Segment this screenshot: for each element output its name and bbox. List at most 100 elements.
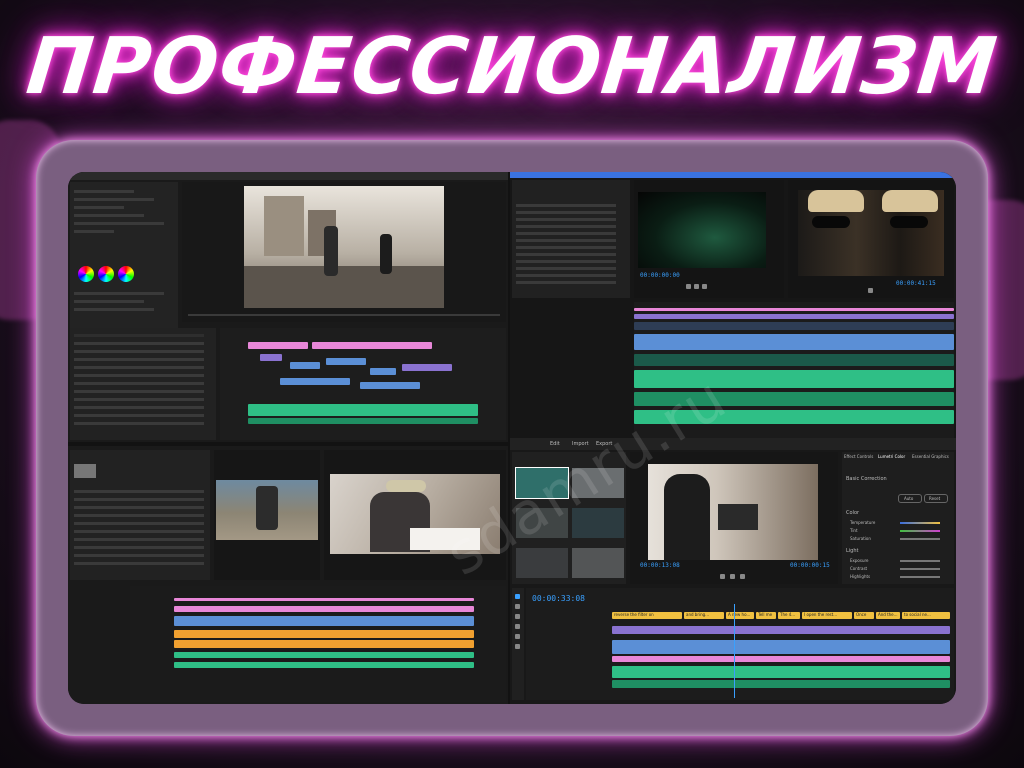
razor-tool-icon[interactable] xyxy=(515,604,520,609)
caption-clip[interactable]: reverse the filter on xyxy=(612,612,682,619)
timeline-clip[interactable] xyxy=(174,616,474,626)
timeline-clip[interactable] xyxy=(174,630,474,638)
timeline-clip[interactable] xyxy=(280,378,350,385)
timeline-clip[interactable] xyxy=(612,626,950,634)
timeline-clip[interactable] xyxy=(370,368,396,375)
caption-clip[interactable]: Once xyxy=(854,612,874,619)
list-item[interactable] xyxy=(516,239,616,242)
timeline-clip[interactable] xyxy=(248,342,308,349)
caption-clip[interactable]: and bring... xyxy=(684,612,724,619)
file-row[interactable] xyxy=(74,358,204,361)
caption-clip[interactable]: I open the rest... xyxy=(802,612,852,619)
caption-clip[interactable]: And the... xyxy=(876,612,900,619)
tab-lumetri-color[interactable]: Lumetri Color xyxy=(878,454,905,460)
tab-essential-graphics[interactable]: Essential Graphics xyxy=(912,454,949,460)
selection-tool-icon[interactable] xyxy=(515,594,520,599)
audio-clip[interactable] xyxy=(248,404,478,416)
file-row[interactable] xyxy=(74,562,204,565)
type-tool-icon[interactable] xyxy=(515,644,520,649)
audio-clip[interactable] xyxy=(612,666,950,678)
section-light[interactable]: Light xyxy=(846,548,858,554)
timeline-clip[interactable] xyxy=(634,354,954,366)
file-row[interactable] xyxy=(74,422,204,425)
file-row[interactable] xyxy=(74,342,204,345)
file-row[interactable] xyxy=(74,554,204,557)
file-row[interactable] xyxy=(74,538,204,541)
ripple-tool-icon[interactable] xyxy=(515,614,520,619)
timeline-clip[interactable] xyxy=(634,334,954,350)
tint-slider[interactable] xyxy=(900,530,940,532)
audio-clip[interactable] xyxy=(612,680,950,688)
saturation-slider[interactable] xyxy=(900,538,940,540)
auto-button[interactable]: Auto xyxy=(898,494,922,503)
timeline-clip[interactable] xyxy=(612,656,950,662)
file-row[interactable] xyxy=(74,498,204,501)
list-item[interactable] xyxy=(516,253,616,256)
timeline-clip[interactable] xyxy=(634,314,954,319)
file-row[interactable] xyxy=(74,530,204,533)
file-row[interactable] xyxy=(74,406,204,409)
caption-clip[interactable]: Tell me xyxy=(756,612,776,619)
file-row[interactable] xyxy=(74,506,204,509)
audio-clip[interactable] xyxy=(174,662,474,668)
file-row[interactable] xyxy=(74,366,204,369)
list-item[interactable] xyxy=(516,204,616,207)
file-row[interactable] xyxy=(74,334,204,337)
file-row[interactable] xyxy=(74,382,204,385)
file-row[interactable] xyxy=(74,414,204,417)
temperature-slider[interactable] xyxy=(900,522,940,524)
step-forward-button[interactable] xyxy=(740,574,745,579)
step-forward-button[interactable] xyxy=(702,284,707,289)
step-back-button[interactable] xyxy=(686,284,691,289)
list-item[interactable] xyxy=(516,260,616,263)
timeline-clip[interactable] xyxy=(360,382,420,389)
color-wheel-icon[interactable] xyxy=(98,266,114,282)
tab-edit[interactable]: Edit xyxy=(550,441,560,447)
timeline-clip[interactable] xyxy=(174,598,474,601)
file-row[interactable] xyxy=(74,522,204,525)
media-thumbnail[interactable] xyxy=(572,548,624,578)
tab-effect-controls[interactable]: Effect Controls xyxy=(844,454,873,460)
timeline-clip[interactable] xyxy=(402,364,452,371)
highlights-slider[interactable] xyxy=(900,576,940,578)
timeline-clip[interactable] xyxy=(290,362,320,369)
color-wheel-icon[interactable] xyxy=(118,266,134,282)
timeline-clip[interactable] xyxy=(174,640,474,648)
play-button[interactable] xyxy=(694,284,699,289)
file-row[interactable] xyxy=(74,374,204,377)
file-row[interactable] xyxy=(74,546,204,549)
file-row[interactable] xyxy=(74,398,204,401)
caption-clip[interactable]: The 4... xyxy=(778,612,800,619)
list-item[interactable] xyxy=(516,211,616,214)
audio-clip[interactable] xyxy=(248,418,478,424)
timeline-clip[interactable] xyxy=(312,342,432,349)
list-item[interactable] xyxy=(516,274,616,277)
list-item[interactable] xyxy=(516,218,616,221)
list-item[interactable] xyxy=(516,267,616,270)
contrast-slider[interactable] xyxy=(900,568,940,570)
file-row[interactable] xyxy=(74,490,204,493)
timeline-clip[interactable] xyxy=(174,606,474,612)
playhead[interactable] xyxy=(734,604,735,698)
list-item[interactable] xyxy=(516,225,616,228)
timeline-clip[interactable] xyxy=(326,358,366,365)
pen-tool-icon[interactable] xyxy=(515,624,520,629)
timeline-clip[interactable] xyxy=(634,322,954,330)
playback-scrubber[interactable] xyxy=(188,314,500,316)
list-item[interactable] xyxy=(516,281,616,284)
step-back-button[interactable] xyxy=(720,574,725,579)
color-wheel-icon[interactable] xyxy=(78,266,94,282)
list-item[interactable] xyxy=(516,232,616,235)
play-button[interactable] xyxy=(730,574,735,579)
timeline-clip[interactable] xyxy=(634,308,954,311)
timeline-clip[interactable] xyxy=(260,354,282,361)
timeline-clip[interactable] xyxy=(612,640,950,654)
list-item[interactable] xyxy=(516,246,616,249)
hand-tool-icon[interactable] xyxy=(515,634,520,639)
play-button[interactable] xyxy=(868,288,873,293)
file-row[interactable] xyxy=(74,514,204,517)
caption-clip[interactable]: A new ho... xyxy=(726,612,754,619)
file-row[interactable] xyxy=(74,390,204,393)
caption-clip[interactable]: to social ne... xyxy=(902,612,950,619)
section-basic-correction[interactable]: Basic Correction xyxy=(846,476,887,482)
